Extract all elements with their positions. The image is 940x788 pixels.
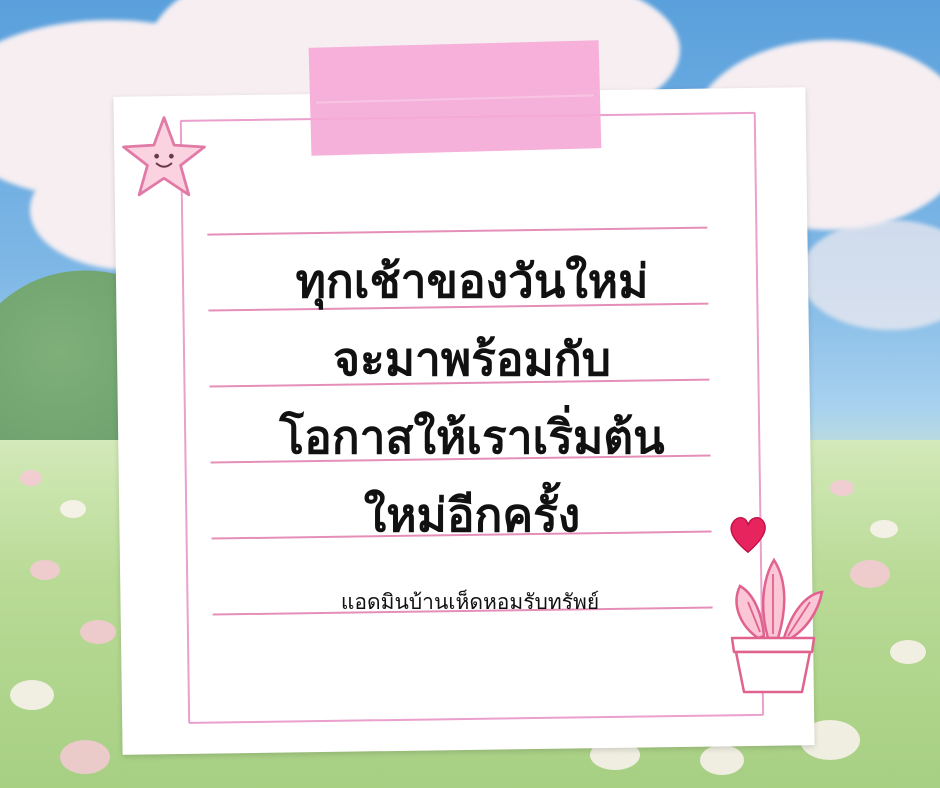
cloud (800, 220, 940, 330)
credit-text: แอดมินบ้านเห็ดหอมรับทรัพย์ (340, 590, 600, 614)
flower (890, 640, 926, 664)
quote-line-2: จะมาพร้อมกับ (333, 332, 611, 386)
flower (20, 470, 42, 486)
quote-line-4: ใหม่อีกครั้ง (363, 488, 581, 542)
flower (850, 560, 890, 588)
flower (700, 745, 744, 775)
potted-plant-icon (730, 557, 824, 694)
flower (30, 560, 60, 580)
flower (870, 520, 898, 538)
flower (60, 500, 86, 518)
quote-line-3: โอกาสให้เราเริ่มต้น (279, 410, 665, 464)
flower (830, 480, 854, 496)
quote-text: ทุกเช้าของวันใหม่ จะมาพร้อมกับ โอกาสให้เ… (246, 242, 698, 554)
heart-icon (730, 517, 766, 554)
flower (60, 740, 110, 774)
quote-line-1: ทุกเช้าของวันใหม่ (295, 254, 649, 308)
flower (80, 620, 116, 644)
star-icon (122, 116, 206, 197)
washi-tape (308, 40, 602, 156)
flower (10, 680, 54, 710)
